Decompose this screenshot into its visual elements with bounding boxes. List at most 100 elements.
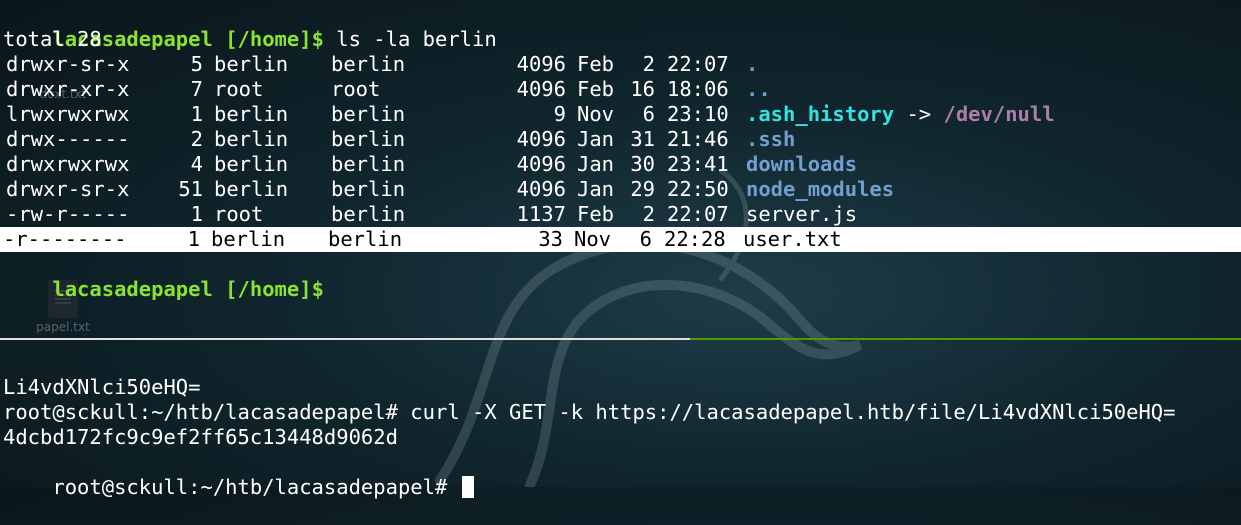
cell-name-group: .ssh [746, 127, 795, 152]
cell-owner: root [214, 202, 264, 226]
cell-time: 23:10 [667, 102, 729, 126]
cell-day: 6 [642, 102, 655, 126]
cell-day: 2 [642, 52, 655, 76]
cell-group: berlin [328, 227, 403, 251]
cell-size: 4096 [516, 177, 566, 201]
cell-name-group: node_modules [746, 177, 894, 202]
cell-size: 1137 [516, 202, 566, 226]
cell-month: Jan [577, 127, 615, 151]
cell-owner: berlin [214, 152, 289, 176]
output-line: 4dcbd172fc9c9ef2ff65c13448d9062d [3, 425, 398, 449]
cell-name-group: . [746, 52, 758, 77]
cell-links: 1 [187, 227, 200, 251]
cell-day: 29 [630, 177, 655, 201]
symlink-target: /dev/null [943, 102, 1055, 126]
cell-size: 4096 [516, 77, 566, 101]
cell-month: Jan [577, 177, 615, 201]
cell-owner: berlin [214, 127, 289, 151]
cell-group: berlin [331, 152, 406, 176]
cell-day: 16 [630, 77, 655, 101]
command-line: root@sckull:~/htb/lacasadepapel# curl -X… [3, 400, 1176, 424]
cell-time: 22:07 [667, 202, 729, 226]
cell-links: 5 [190, 52, 203, 76]
cell-name-group: server.js [746, 202, 857, 227]
cell-group: root [331, 77, 381, 101]
cell-day: 6 [639, 227, 652, 251]
cell-group: berlin [331, 202, 406, 226]
output-line: Li4vdXNlci50eHQ= [3, 375, 201, 399]
final-prompt-line[interactable]: root@sckull:~/htb/lacasadepapel# [3, 450, 474, 499]
cell-group: berlin [331, 127, 406, 151]
cell-name-group: .. [746, 77, 771, 102]
total-line: total 28 [3, 27, 102, 51]
cell-owner: berlin [214, 102, 289, 126]
terminal-pane-bottom[interactable]: Li4vdXNlci50eHQ= root@sckull:~/htb/lacas… [0, 342, 1241, 499]
command-text: ls -la berlin [323, 27, 497, 51]
cell-size: 4096 [516, 127, 566, 151]
file-name: user.txt [743, 227, 842, 251]
final-prompt: root@sckull:~/htb/lacasadepapel# [52, 475, 460, 499]
cell-month: Feb [577, 202, 615, 226]
cell-group: berlin [331, 102, 406, 126]
terminal-pane-top[interactable]: lacasadepapel [/home]$ ls -la berlin tot… [0, 0, 1241, 338]
cell-perms: -r-------- [3, 227, 127, 251]
cell-day: 2 [642, 202, 655, 226]
prompt-path: [/home]$ [225, 27, 324, 51]
terminal-cursor [461, 476, 474, 498]
file-name: .ash_history [746, 102, 895, 126]
cell-month: Feb [577, 77, 615, 101]
cell-perms: drwxr-sr-x [6, 177, 130, 201]
listing-row: -r-------- 1 berlin berlin 33 Nov 6 22:28 user.t… [0, 227, 1241, 252]
cell-time: 22:50 [667, 177, 729, 201]
cell-links: 1 [190, 102, 203, 126]
cell-links: 2 [190, 127, 203, 151]
cell-month: Nov [577, 102, 615, 126]
cell-time: 22:07 [667, 52, 729, 76]
cell-day: 31 [630, 127, 655, 151]
cell-name-group: downloads [746, 152, 857, 177]
cell-time: 23:41 [667, 152, 729, 176]
file-name: . [746, 52, 759, 76]
cell-size: 4096 [516, 152, 566, 176]
cell-perms: lrwxrwxrwx [6, 102, 130, 126]
prompt-line: lacasadepapel [/home]$ ls -la berlin [3, 2, 496, 51]
cell-size: 9 [553, 102, 566, 126]
pane-divider-inactive[interactable] [0, 338, 690, 340]
cell-perms: -rw-r----- [6, 202, 130, 226]
cell-perms: drwxr-sr-x [6, 52, 130, 76]
file-name: downloads [746, 152, 858, 176]
file-name: .. [746, 77, 771, 101]
file-name: server.js [746, 202, 858, 226]
prompt-user-host: lacasadepapel [52, 277, 213, 301]
cell-month: Nov [574, 227, 612, 251]
cell-perms: drwxrwxrwx [6, 152, 130, 176]
cell-day: 30 [630, 152, 655, 176]
cell-perms: drwx------ [6, 127, 130, 151]
cell-links: 51 [178, 177, 203, 201]
cell-time: 21:46 [667, 127, 729, 151]
cell-owner: berlin [214, 177, 289, 201]
cell-time: 22:28 [664, 227, 726, 251]
file-name: node_modules [746, 177, 895, 201]
symlink-arrow: -> [894, 102, 944, 126]
prompt-path: [/home]$ [225, 277, 324, 301]
cell-links: 7 [190, 77, 203, 101]
cell-name-group: .ash_history -> /dev/null [746, 102, 1055, 127]
cell-group: berlin [331, 177, 406, 201]
prompt-line-2: lacasadepapel [/home]$ [3, 252, 324, 301]
cell-month: Jan [577, 152, 615, 176]
pane-divider-active[interactable] [690, 338, 1241, 340]
cell-links: 4 [190, 152, 203, 176]
cell-size: 4096 [516, 52, 566, 76]
cell-owner: berlin [211, 227, 286, 251]
file-name: .ssh [746, 127, 796, 151]
cell-owner: root [214, 77, 264, 101]
cell-name-group: user.txt [743, 227, 842, 252]
cell-month: Feb [577, 52, 615, 76]
cell-size: 33 [538, 227, 563, 251]
cell-owner: berlin [214, 52, 289, 76]
cell-links: 1 [190, 202, 203, 226]
cell-perms: drwxr-xr-x [6, 77, 130, 101]
cell-group: berlin [331, 52, 406, 76]
cell-time: 18:06 [667, 77, 729, 101]
